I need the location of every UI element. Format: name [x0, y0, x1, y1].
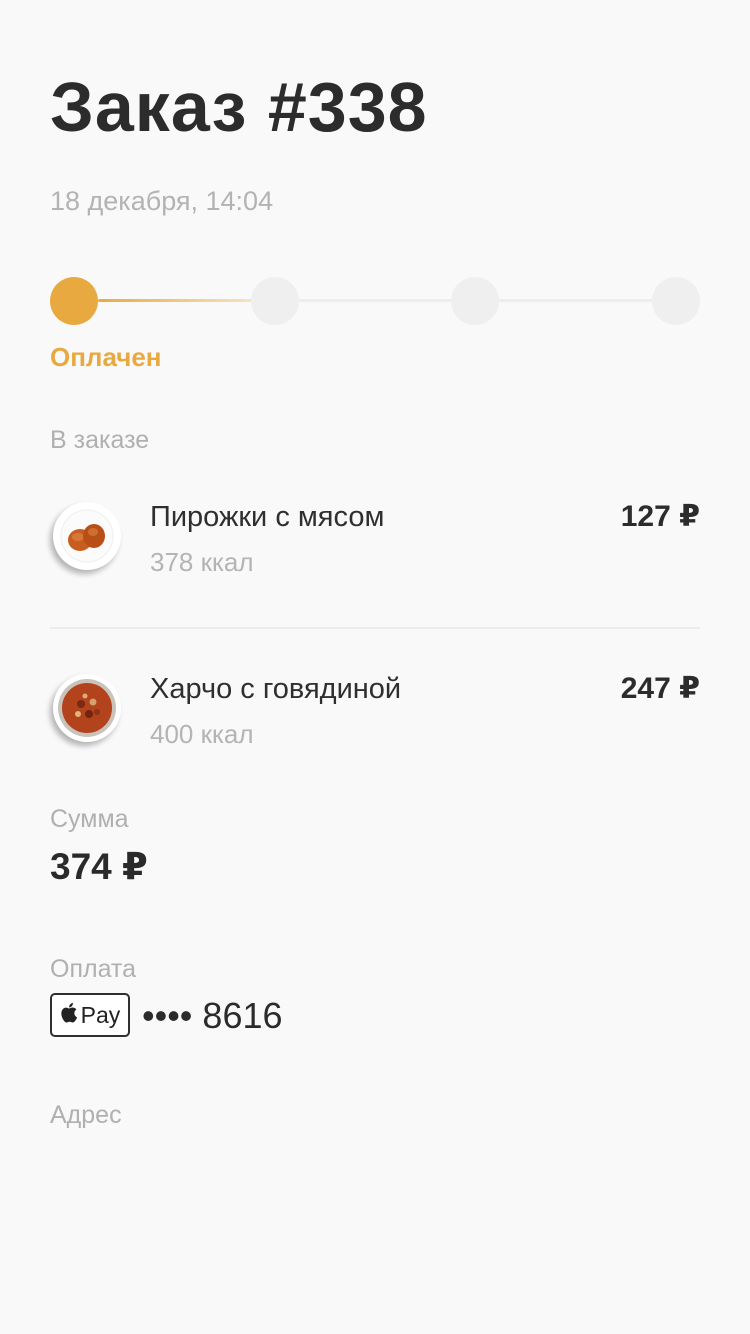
sum-value: 374 ₽	[50, 846, 148, 887]
progress-step-2	[251, 277, 299, 325]
items-section-label: В заказе	[50, 426, 150, 454]
progress-step-3	[451, 277, 499, 325]
order-status: Оплачен	[50, 342, 162, 372]
progress-step-4	[652, 277, 700, 325]
kharcho-bowl-icon	[53, 674, 121, 742]
page-title: Заказ #338	[50, 68, 428, 146]
sum-label: Сумма	[50, 805, 129, 833]
item-price: 127 ₽	[620, 500, 700, 533]
progress-track-pending	[298, 299, 453, 302]
item-price: 247 ₽	[620, 672, 700, 705]
progress-step-paid	[50, 277, 98, 325]
progress-track-completed	[98, 299, 252, 302]
payment-label: Оплата	[50, 955, 136, 983]
apple-pay-badge: Pay	[50, 993, 130, 1037]
pirozhki-plate-icon	[53, 502, 121, 570]
progress-track-pending	[499, 299, 653, 302]
item-kcal: 400 ккал	[150, 719, 254, 749]
item-name: Пирожки с мясом	[150, 501, 385, 533]
divider	[50, 627, 700, 629]
item-name: Харчо с говядиной	[150, 673, 402, 705]
apple-pay-text: Pay	[80, 1002, 121, 1028]
order-date: 18 декабря, 14:04	[50, 186, 274, 216]
address-label: Адрес	[50, 1101, 122, 1129]
card-number: •••• 8616	[142, 995, 283, 1036]
item-kcal: 378 ккал	[150, 547, 254, 577]
apple-icon	[60, 1002, 78, 1028]
